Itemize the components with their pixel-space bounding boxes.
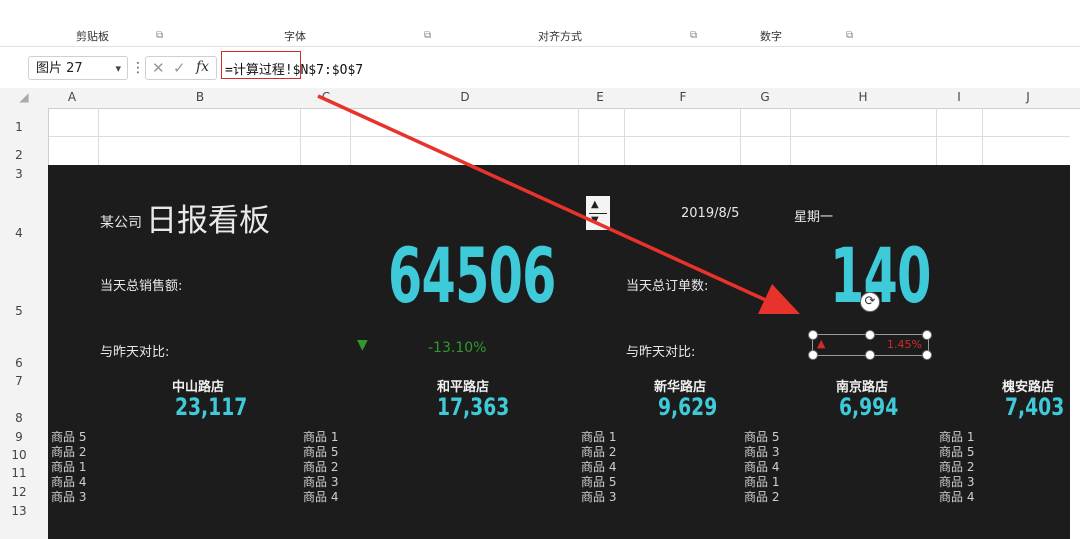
annotation-arrow [317, 94, 800, 314]
arrow-line [317, 94, 771, 304]
